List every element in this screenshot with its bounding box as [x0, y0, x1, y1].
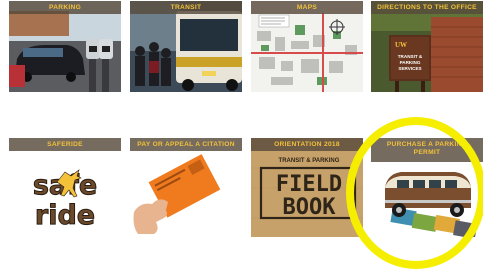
tile-label-directions: DIRECTIONS TO THE OFFICE — [371, 1, 483, 14]
tile-label-parking: PARKING — [9, 1, 121, 14]
sign-brand-text: UW — [395, 41, 407, 49]
tile-label-saferide: SAFERIDE — [9, 138, 121, 151]
tile-transit[interactable]: TRANSIT — [130, 1, 242, 92]
tile-saferide[interactable]: safe ride SAFERIDE — [9, 138, 121, 237]
transit-bus-image — [130, 1, 242, 92]
field-book-line-2: BOOK — [283, 195, 337, 220]
tile-label-orientation: ORIENTATION 2018 — [251, 138, 363, 151]
tile-label-transit: TRANSIT — [130, 1, 242, 14]
tile-purchase[interactable]: PURCHASE A PARKING PERMIT — [371, 138, 483, 237]
field-book-line-1: FIELD — [276, 172, 342, 197]
sign-line-2: PARKING — [400, 60, 421, 65]
citation-envelope-image — [130, 138, 242, 237]
tile-parking[interactable]: PARKING — [9, 1, 121, 92]
saferide-logo-image: safe ride — [9, 138, 121, 237]
field-book-image: TRANSIT & PARKING FIELD BOOK — [251, 138, 363, 237]
campus-map-image — [251, 1, 363, 92]
tile-citation[interactable]: PAY OR APPEAL A CITATION — [130, 138, 242, 237]
tile-maps[interactable]: MAPS — [251, 1, 363, 92]
field-book-header: TRANSIT & PARKING — [279, 158, 340, 164]
saferide-word-2: ride — [35, 200, 95, 231]
sign-line-3: SERVICES — [398, 66, 421, 71]
sign-line-1: TRANSIT & — [398, 54, 423, 59]
tile-label-maps: MAPS — [251, 1, 363, 14]
tile-orientation[interactable]: TRANSIT & PARKING FIELD BOOK ORIENTATION… — [251, 138, 363, 237]
tile-directions[interactable]: UW TRANSIT & PARKING SERVICES DIRECTIONS… — [371, 1, 483, 92]
office-sign-image: UW TRANSIT & PARKING SERVICES — [371, 1, 483, 92]
tile-label-citation: PAY OR APPEAL A CITATION — [130, 138, 242, 151]
parking-lot-image — [9, 1, 121, 92]
tile-label-purchase: PURCHASE A PARKING PERMIT — [371, 138, 483, 162]
